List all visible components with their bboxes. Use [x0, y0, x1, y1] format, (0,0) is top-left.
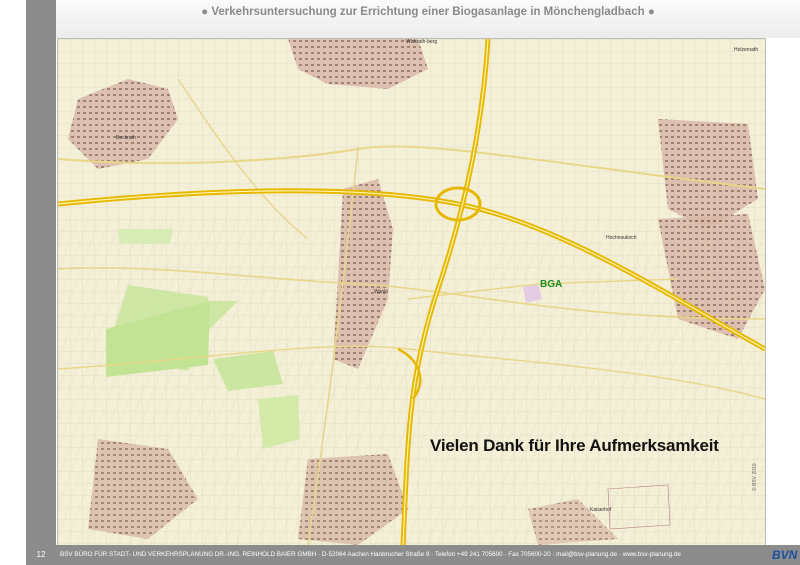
title-bar: ● Verkehrsuntersuchung zur Errichtung ei…: [56, 0, 800, 38]
left-sidebar: [26, 0, 56, 565]
map: Wickrath-berg Beckrath Hochneukirch Wanl…: [57, 38, 766, 546]
place-label-hochneukirch: Hochneukirch: [606, 235, 637, 241]
place-label-wickrathberg: Wickrath-berg: [406, 39, 438, 45]
map-canvas: [58, 39, 765, 545]
green-strip: [118, 229, 173, 244]
footer-text: BSV BÜRO FÜR STADT- UND VERKEHRSPLANUNG …: [60, 551, 681, 558]
company-logo: BVN: [772, 548, 800, 562]
hatched-area: [607, 484, 671, 530]
slide-number: 12: [36, 550, 46, 559]
logo-text: BVN: [772, 548, 798, 562]
place-label-beckrath: Beckrath: [116, 135, 136, 141]
place-label-wanlo: Wanlo: [374, 289, 388, 295]
thank-you-text: Vielen Dank für Ihre Aufmerksamkeit: [430, 436, 719, 455]
slide-title: ● Verkehrsuntersuchung zur Errichtung ei…: [201, 6, 655, 18]
footer-bar: BSV BÜRO FÜR STADT- UND VERKEHRSPLANUNG …: [56, 545, 800, 565]
bga-marker-label: BGA: [540, 279, 563, 290]
place-label-holzenrath: Holzenrath: [734, 47, 759, 53]
place-label-kaiserhof: Kaiserhof: [590, 507, 612, 513]
map-copyright: © BSV 2010: [752, 463, 758, 491]
